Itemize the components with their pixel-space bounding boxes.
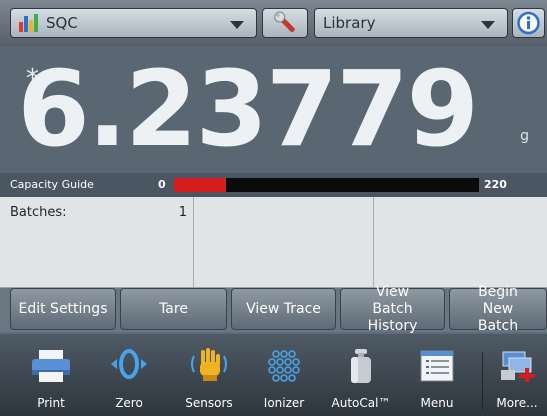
zero-button[interactable]: Zero xyxy=(98,334,160,416)
ionizer-icon xyxy=(268,350,300,382)
zero-label: Zero xyxy=(115,396,143,410)
edit-settings-button[interactable]: Edit Settings xyxy=(10,288,116,330)
info-icon xyxy=(517,11,540,35)
autocal-label: AutoCal™ xyxy=(331,396,391,410)
capacity-bar xyxy=(174,178,479,192)
tare-button[interactable]: Tare xyxy=(120,288,227,330)
bottom-toolbar: Print Zero Sensors Ionizer AutoCal™ Menu… xyxy=(0,334,547,416)
printer-icon xyxy=(32,350,70,382)
menu-icon xyxy=(420,350,454,382)
more-icon xyxy=(501,351,535,382)
batches-value: 1 xyxy=(178,205,187,220)
print-label: Print xyxy=(37,396,65,410)
capacity-guide: Capacity Guide 0 220 xyxy=(0,173,547,197)
toolbar-divider xyxy=(482,352,483,410)
weight-display: * 6.23779 g xyxy=(0,46,547,173)
bar-chart-icon xyxy=(19,14,38,32)
ionizer-label: Ionizer xyxy=(263,396,305,410)
calibration-weight-icon xyxy=(351,349,371,383)
batches-label: Batches: xyxy=(10,205,67,220)
chevron-down-icon xyxy=(230,21,244,29)
more-label: More... xyxy=(496,396,538,410)
zero-icon xyxy=(111,349,147,379)
info-cell-empty xyxy=(374,197,547,287)
chevron-down-icon xyxy=(481,21,495,29)
begin-new-batch-button[interactable]: Begin New Batch xyxy=(449,284,547,334)
wrench-icon xyxy=(274,11,295,33)
softkey-bar: Edit Settings Tare View Trace View Batch… xyxy=(0,284,547,334)
more-button[interactable]: More... xyxy=(487,334,547,416)
capacity-max: 220 xyxy=(484,178,507,191)
print-button[interactable]: Print xyxy=(20,334,82,416)
sensors-label: Sensors xyxy=(185,396,233,410)
menu-button[interactable]: Menu xyxy=(406,334,468,416)
menu-label: Menu xyxy=(420,396,454,410)
library-label: Library xyxy=(323,14,376,32)
autocal-button[interactable]: AutoCal™ xyxy=(330,334,392,416)
wrench-button[interactable] xyxy=(262,8,308,38)
hand-sensor-icon xyxy=(191,348,227,381)
capacity-bar-fill xyxy=(174,178,226,192)
application-label: SQC xyxy=(46,14,78,32)
application-info-panel: Batches: 1 xyxy=(0,197,547,288)
weight-unit[interactable]: g xyxy=(520,128,529,144)
view-trace-button[interactable]: View Trace xyxy=(231,288,336,330)
capacity-min: 0 xyxy=(158,178,166,191)
info-cell-empty xyxy=(194,197,374,287)
top-bar: SQC Library xyxy=(0,0,547,46)
weight-value: 6.23779 xyxy=(17,48,479,170)
application-dropdown[interactable]: SQC xyxy=(10,8,257,38)
library-dropdown[interactable]: Library xyxy=(314,8,508,38)
capacity-guide-label: Capacity Guide xyxy=(10,178,94,191)
ionizer-button[interactable]: Ionizer xyxy=(253,334,315,416)
sensors-button[interactable]: Sensors xyxy=(176,334,242,416)
info-button[interactable] xyxy=(512,8,545,38)
batches-field: Batches: 1 xyxy=(0,197,194,287)
view-batch-history-button[interactable]: View Batch History xyxy=(340,284,445,334)
